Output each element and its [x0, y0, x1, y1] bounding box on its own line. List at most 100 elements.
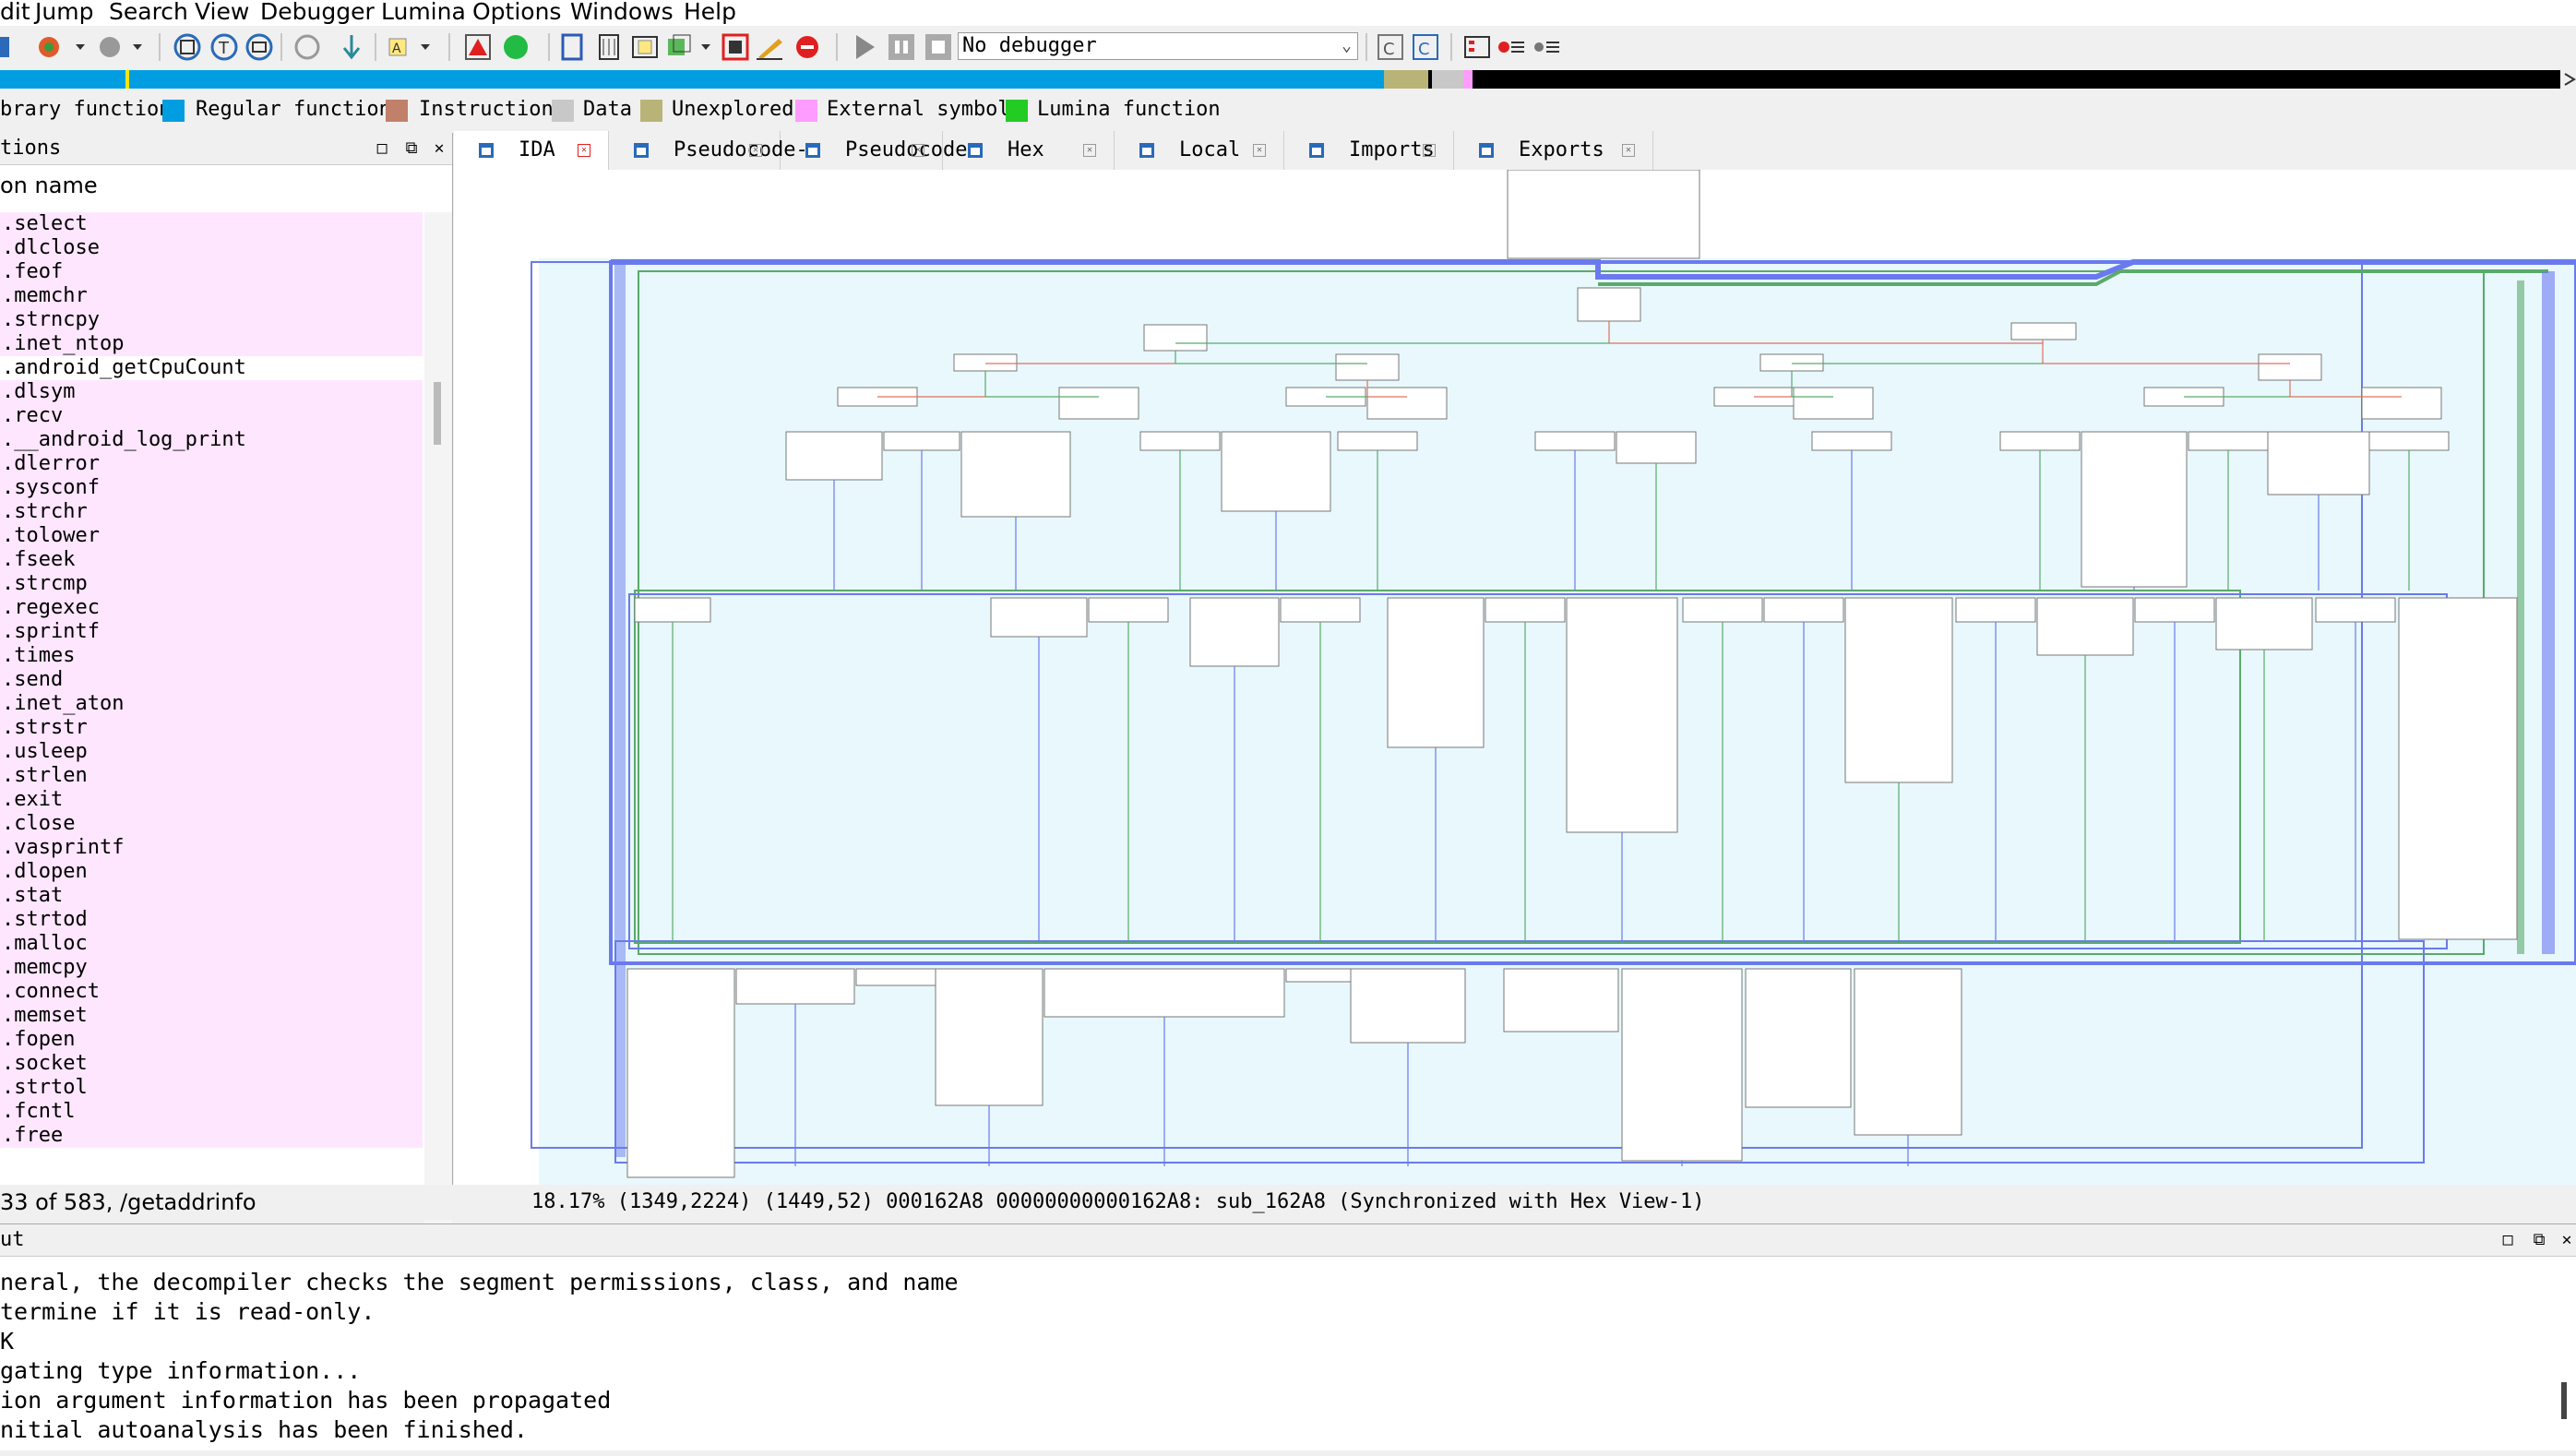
- function-list-item[interactable]: .inet_ntop: [0, 332, 423, 356]
- proximity-view-icon[interactable]: [244, 31, 275, 63]
- menu-jump[interactable]: Jump: [35, 0, 93, 25]
- function-list-item[interactable]: .memcpy: [0, 956, 423, 980]
- tab-close-icon[interactable]: ✕: [1253, 144, 1266, 157]
- tab-close-icon[interactable]: ✕: [1083, 144, 1096, 157]
- dropdown-arrow-icon[interactable]: [72, 31, 90, 63]
- close-icon[interactable]: ✕: [2558, 1231, 2576, 1249]
- tab-pseudocode-a[interactable]: Pseudocode-A✕: [781, 131, 980, 200]
- code-icon[interactable]: [557, 31, 589, 63]
- function-list-item[interactable]: .send: [0, 668, 423, 692]
- tab-close-icon[interactable]: ✕: [912, 144, 924, 157]
- save-icon[interactable]: [0, 31, 31, 63]
- rename-icon[interactable]: [755, 31, 786, 63]
- start-process-icon[interactable]: [849, 31, 880, 63]
- menu-edit[interactable]: dit: [0, 0, 30, 25]
- function-list-item[interactable]: .memchr: [0, 284, 423, 308]
- function-list-item[interactable]: .strtod: [0, 908, 423, 932]
- function-list-item[interactable]: .exit: [0, 788, 423, 812]
- list-view-icon[interactable]: [1461, 31, 1493, 63]
- open-subviews-icon[interactable]: [292, 31, 323, 63]
- tab-close-icon[interactable]: ✕: [749, 144, 762, 157]
- decompile-icon[interactable]: C: [1410, 31, 1441, 63]
- maximize-icon[interactable]: □: [373, 139, 391, 158]
- tab-ida-view-a[interactable]: IDA View-A✕: [454, 131, 609, 200]
- function-list-item[interactable]: .__android_log_print: [0, 428, 423, 452]
- scrollbar-thumb[interactable]: [434, 382, 441, 445]
- dropdown-arrow-icon[interactable]: [698, 31, 716, 63]
- tab-close-icon[interactable]: ✕: [1423, 144, 1436, 157]
- array-icon[interactable]: [664, 31, 696, 63]
- breakpoint-list-icon[interactable]: [1497, 31, 1528, 63]
- trace-list-icon[interactable]: [1532, 31, 1563, 63]
- function-list-item[interactable]: .android_getCpuCount: [0, 356, 423, 380]
- ida-graph-view[interactable]: [454, 170, 2576, 1185]
- function-list-item[interactable]: .tolower: [0, 524, 423, 548]
- dropdown-arrow-icon[interactable]: [129, 31, 148, 63]
- jump-forward-icon[interactable]: [96, 31, 127, 63]
- tab-local-types[interactable]: Local Types✕: [1115, 131, 1284, 200]
- data-icon[interactable]: [594, 31, 626, 63]
- function-list-item[interactable]: .socket: [0, 1052, 423, 1076]
- menu-debugger[interactable]: Debugger: [260, 0, 375, 25]
- breakpoint-icon[interactable]: [463, 31, 495, 63]
- function-list-item[interactable]: .close: [0, 812, 423, 836]
- function-list-item[interactable]: .recv: [0, 404, 423, 428]
- tab-exports[interactable]: Exports ✕: [1454, 131, 1653, 170]
- nav-arrow-icon[interactable]: [2563, 70, 2576, 89]
- function-list-item[interactable]: .strtol: [0, 1076, 423, 1100]
- function-list-item[interactable]: .vasprintf: [0, 836, 423, 860]
- function-list-item[interactable]: .inet_aton: [0, 692, 423, 716]
- output-window[interactable]: neral, the decompiler checks the segment…: [0, 1257, 2576, 1450]
- step-into-icon[interactable]: [336, 31, 367, 63]
- restore-icon[interactable]: ⧉: [2530, 1231, 2548, 1249]
- function-list-item[interactable]: .strncpy: [0, 308, 423, 332]
- tab-pseudocode-b[interactable]: Pseudocode-B✕: [609, 131, 808, 200]
- menu-view[interactable]: View: [195, 0, 249, 25]
- run-green-icon[interactable]: [500, 31, 531, 63]
- function-list-item[interactable]: .usleep: [0, 740, 423, 764]
- function-list-item[interactable]: .free: [0, 1124, 423, 1148]
- tab-close-icon[interactable]: ✕: [578, 144, 590, 157]
- menu-help[interactable]: Help: [684, 0, 736, 25]
- stop-sign-icon[interactable]: [792, 31, 823, 63]
- pause-process-icon[interactable]: [886, 31, 917, 63]
- struct-icon[interactable]: [629, 31, 661, 63]
- functions-list[interactable]: .select .dlclose .feof .memchr .strncpy .inet…: [0, 212, 423, 1284]
- tab-imports[interactable]: Imports ✕: [1284, 131, 1454, 170]
- function-list-item[interactable]: .regexec: [0, 596, 423, 620]
- cpp-icon[interactable]: C: [1375, 31, 1406, 63]
- menu-search[interactable]: Search: [109, 0, 188, 25]
- function-list-item[interactable]: .dlopen: [0, 860, 423, 884]
- function-list-item[interactable]: .dlerror: [0, 452, 423, 476]
- function-list-item[interactable]: .memset: [0, 1004, 423, 1028]
- function-list-item[interactable]: .sprintf: [0, 620, 423, 644]
- menu-options[interactable]: Options: [472, 0, 561, 25]
- output-scrollbar-thumb[interactable]: [2561, 1382, 2567, 1419]
- function-list-item[interactable]: .fseek: [0, 548, 423, 572]
- function-list-item[interactable]: .sysconf: [0, 476, 423, 500]
- ascii-string-icon[interactable]: A: [388, 31, 410, 63]
- function-list-item[interactable]: .strstr: [0, 716, 423, 740]
- jump-back-icon[interactable]: [35, 31, 66, 63]
- undefine-icon[interactable]: [720, 31, 751, 63]
- dropdown-arrow-icon[interactable]: [417, 31, 435, 63]
- function-list-item[interactable]: .strcmp: [0, 572, 423, 596]
- text-view-icon[interactable]: T: [209, 31, 240, 63]
- flow-graph[interactable]: [454, 170, 2576, 1185]
- functions-scrollbar[interactable]: [424, 212, 452, 1283]
- function-name-column-header[interactable]: on name: [0, 170, 423, 201]
- function-list-item[interactable]: .feof: [0, 260, 423, 284]
- tab-hex-view-1[interactable]: Hex View-1✕: [943, 131, 1115, 200]
- terminate-process-icon[interactable]: [923, 31, 954, 63]
- function-list-item[interactable]: .times: [0, 644, 423, 668]
- function-list-item[interactable]: .stat: [0, 884, 423, 908]
- function-list-item[interactable]: .strchr: [0, 500, 423, 524]
- function-list-item[interactable]: .strlen: [0, 764, 423, 788]
- restore-icon[interactable]: ⧉: [402, 139, 421, 158]
- maximize-icon[interactable]: □: [2498, 1231, 2517, 1249]
- function-list-item[interactable]: .fopen: [0, 1028, 423, 1052]
- function-list-item[interactable]: .select: [0, 212, 423, 236]
- tab-close-icon[interactable]: ✕: [1622, 144, 1635, 157]
- function-list-item[interactable]: .connect: [0, 980, 423, 1004]
- graph-view-icon[interactable]: [172, 31, 203, 63]
